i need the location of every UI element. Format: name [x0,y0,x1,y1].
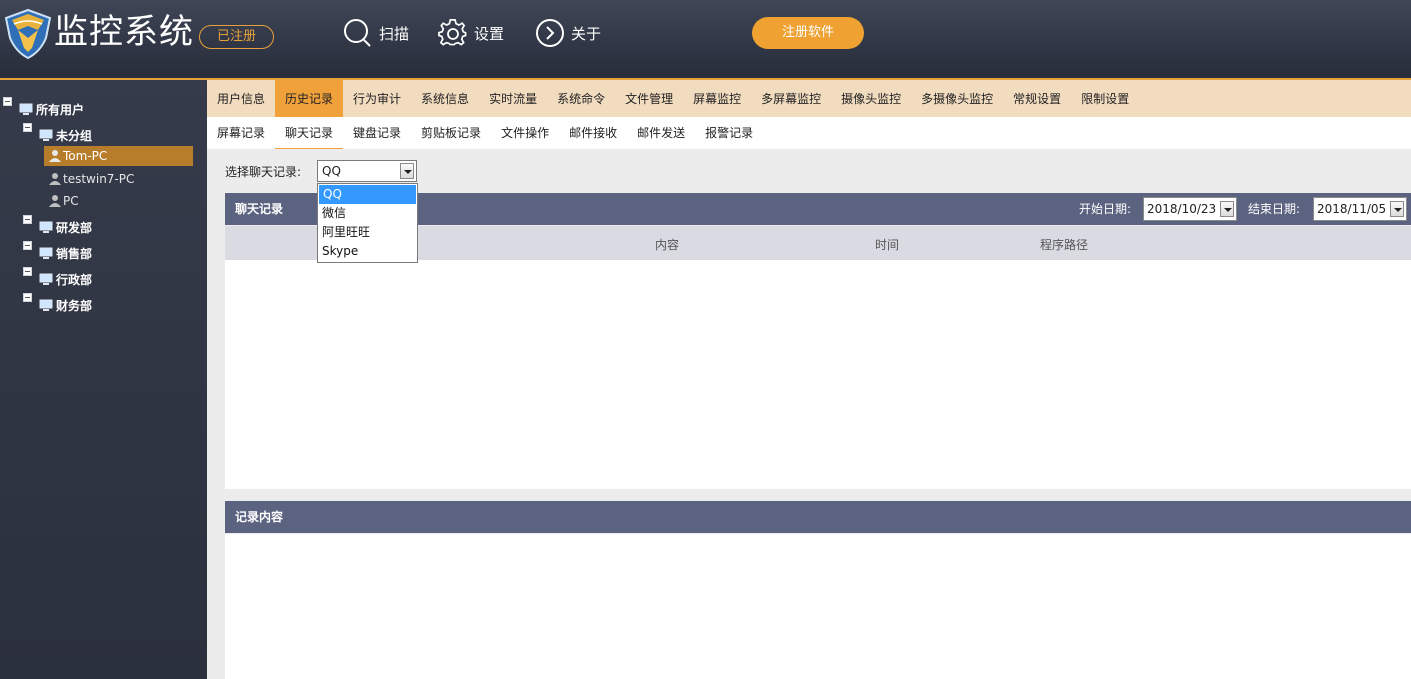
collapse-toggle-icon[interactable] [23,267,32,276]
start-date-picker[interactable]: 2018/10/23 [1143,197,1237,221]
column-content[interactable]: 内容 [655,236,679,253]
user-icon [49,150,61,162]
tree-group-label: 研发部 [56,220,93,235]
chevron-down-icon[interactable] [1390,201,1404,217]
tree-group-rnd[interactable]: 研发部 [39,217,92,237]
chevron-right-circle-icon [536,19,564,47]
chat-table-body[interactable] [225,260,1411,489]
end-date-label: 结束日期: [1248,202,1301,216]
subtab-mail-sent[interactable]: 邮件发送 [627,117,695,148]
tree-group-finance[interactable]: 财务部 [39,295,92,315]
dropdown-option-wechat[interactable]: 微信 [318,204,417,223]
tree-group-ungrouped[interactable]: 未分组 [39,125,92,145]
tree-root-all-users[interactable]: 所有用户 [19,99,84,119]
subtab-chat-records[interactable]: 聊天记录 [275,117,344,150]
user-icon [49,195,61,207]
dropdown-option-skype[interactable]: Skype [318,242,417,261]
computer-group-icon [39,299,53,311]
computer-group-icon [39,273,53,285]
collapse-toggle-icon[interactable] [23,293,32,302]
user-icon [49,173,61,185]
collapse-toggle-icon[interactable] [23,215,32,224]
tab-screen-monitor[interactable]: 屏幕监控 [683,80,751,117]
column-program-path[interactable]: 程序路径 [1040,236,1088,253]
record-content-body[interactable] [225,534,1411,679]
subtab-mail-received[interactable]: 邮件接收 [559,117,627,148]
subtab-file-operations[interactable]: 文件操作 [491,117,559,148]
tree-user-pc[interactable]: PC [47,191,79,211]
computer-group-icon [19,103,33,115]
about-button[interactable]: 关于 [535,17,601,49]
chevron-down-icon[interactable] [400,163,414,179]
register-software-button[interactable]: 注册软件 [752,17,864,49]
computer-group-icon [39,247,53,259]
chat-select-label: 选择聊天记录: [225,165,302,179]
record-content-panel-header: 记录内容 [225,501,1411,533]
tab-camera-monitor[interactable]: 摄像头监控 [831,80,911,117]
tab-restriction-settings[interactable]: 限制设置 [1071,80,1139,117]
tab-user-info[interactable]: 用户信息 [207,80,275,117]
settings-label: 设置 [474,24,505,43]
tab-behavior-audit[interactable]: 行为审计 [343,80,411,117]
tree-user-label: Tom-PC [63,149,108,163]
tree-user-tom-pc[interactable]: Tom-PC [44,146,193,166]
chat-type-dropdown-list: QQ 微信 阿里旺旺 Skype [317,183,418,263]
tree-group-sales[interactable]: 销售部 [39,243,92,263]
app-title: 监控系统 [54,12,194,52]
chat-records-title: 聊天记录 [235,202,284,216]
end-date-value: 2018/11/05 [1317,202,1387,216]
column-time[interactable]: 时间 [875,236,899,253]
app-logo-icon [4,8,52,60]
tree-user-label: testwin7-PC [63,172,135,186]
scan-button[interactable]: 扫描 [343,17,409,49]
record-content-title: 记录内容 [235,510,284,524]
sub-tab-bar: 屏幕记录 聊天记录 键盘记录 剪贴板记录 文件操作 邮件接收 邮件发送 报警记录 [207,117,1411,150]
settings-button[interactable]: 设置 [438,17,504,49]
tree-group-label: 销售部 [56,246,93,261]
computer-group-icon [39,221,53,233]
tree-root-label: 所有用户 [36,102,85,117]
tab-multi-camera-monitor[interactable]: 多摄像头监控 [911,80,1003,117]
collapse-toggle-icon[interactable] [3,97,12,106]
chat-select-value: QQ [322,164,341,178]
subtab-alert-records[interactable]: 报警记录 [695,117,763,148]
tree-group-label: 未分组 [56,128,93,143]
tab-system-info[interactable]: 系统信息 [411,80,479,117]
tree-group-label: 行政部 [56,272,93,287]
tab-multi-screen-monitor[interactable]: 多屏幕监控 [751,80,831,117]
search-icon [344,19,371,47]
start-date-label: 开始日期: [1079,202,1132,216]
tab-file-manager[interactable]: 文件管理 [615,80,683,117]
dropdown-option-qq[interactable]: QQ [319,185,416,204]
dropdown-option-aliwangwang[interactable]: 阿里旺旺 [318,223,417,242]
registered-badge: 已注册 [199,25,274,49]
main-tab-bar: 用户信息 历史记录 行为审计 系统信息 实时流量 系统命令 文件管理 屏幕监控 … [207,80,1411,117]
subtab-screen-records[interactable]: 屏幕记录 [207,117,275,148]
chat-type-select[interactable]: QQ [317,160,417,182]
tree-group-label: 财务部 [56,298,93,313]
gear-icon [438,18,467,46]
app-header: 监控系统 已注册 扫描 设置 关于 注册软件 [0,0,1411,80]
tree-user-label: PC [63,194,79,208]
tree-user-testwin7-pc[interactable]: testwin7-PC [47,169,134,189]
tab-history[interactable]: 历史记录 [275,80,344,117]
about-label: 关于 [571,24,602,43]
computer-group-icon [39,129,53,141]
start-date-value: 2018/10/23 [1147,202,1217,216]
subtab-keyboard-records[interactable]: 键盘记录 [343,117,411,148]
tab-system-command[interactable]: 系统命令 [547,80,615,117]
scan-label: 扫描 [379,24,410,43]
collapse-toggle-icon[interactable] [23,123,32,132]
tab-general-settings[interactable]: 常规设置 [1003,80,1071,117]
subtab-clipboard-records[interactable]: 剪贴板记录 [411,117,491,148]
user-tree-sidebar: 所有用户 未分组 Tom-PC testwin7-PC PC 研发部 销售部 行… [0,80,207,679]
end-date-picker[interactable]: 2018/11/05 [1313,197,1407,221]
chevron-down-icon[interactable] [1220,201,1234,217]
tab-realtime-traffic[interactable]: 实时流量 [479,80,547,117]
collapse-toggle-icon[interactable] [23,241,32,250]
tree-group-admin[interactable]: 行政部 [39,269,92,289]
